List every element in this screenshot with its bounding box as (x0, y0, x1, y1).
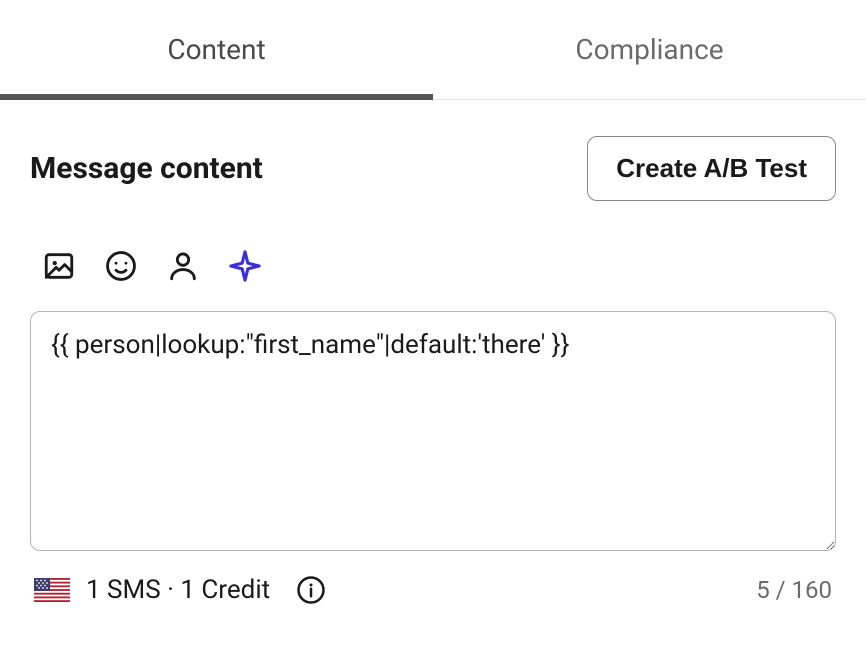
footer-row: 1 SMS · 1 Credit 5 / 160 (30, 575, 836, 605)
message-content-input[interactable] (30, 311, 836, 551)
tab-content[interactable]: Content (0, 0, 433, 99)
create-ab-test-button[interactable]: Create A/B Test (587, 136, 836, 201)
header-row: Message content Create A/B Test (30, 136, 836, 201)
us-flag-icon (34, 578, 70, 602)
footer-left: 1 SMS · 1 Credit (34, 575, 326, 605)
tab-content-label: Content (167, 33, 265, 66)
sparkle-icon[interactable] (228, 249, 262, 283)
page-title: Message content (30, 151, 263, 186)
emoji-icon[interactable] (104, 249, 138, 283)
tab-compliance-label: Compliance (575, 33, 723, 66)
info-icon[interactable] (296, 575, 326, 605)
tab-compliance[interactable]: Compliance (433, 0, 866, 99)
character-count: 5 / 160 (756, 576, 832, 604)
editor-toolbar (30, 249, 836, 283)
person-icon[interactable] (166, 249, 200, 283)
image-icon[interactable] (42, 249, 76, 283)
tabs: Content Compliance (0, 0, 866, 100)
sms-credit-label: 1 SMS · 1 Credit (86, 575, 270, 605)
content-area: Message content Create A/B Test (0, 100, 866, 605)
